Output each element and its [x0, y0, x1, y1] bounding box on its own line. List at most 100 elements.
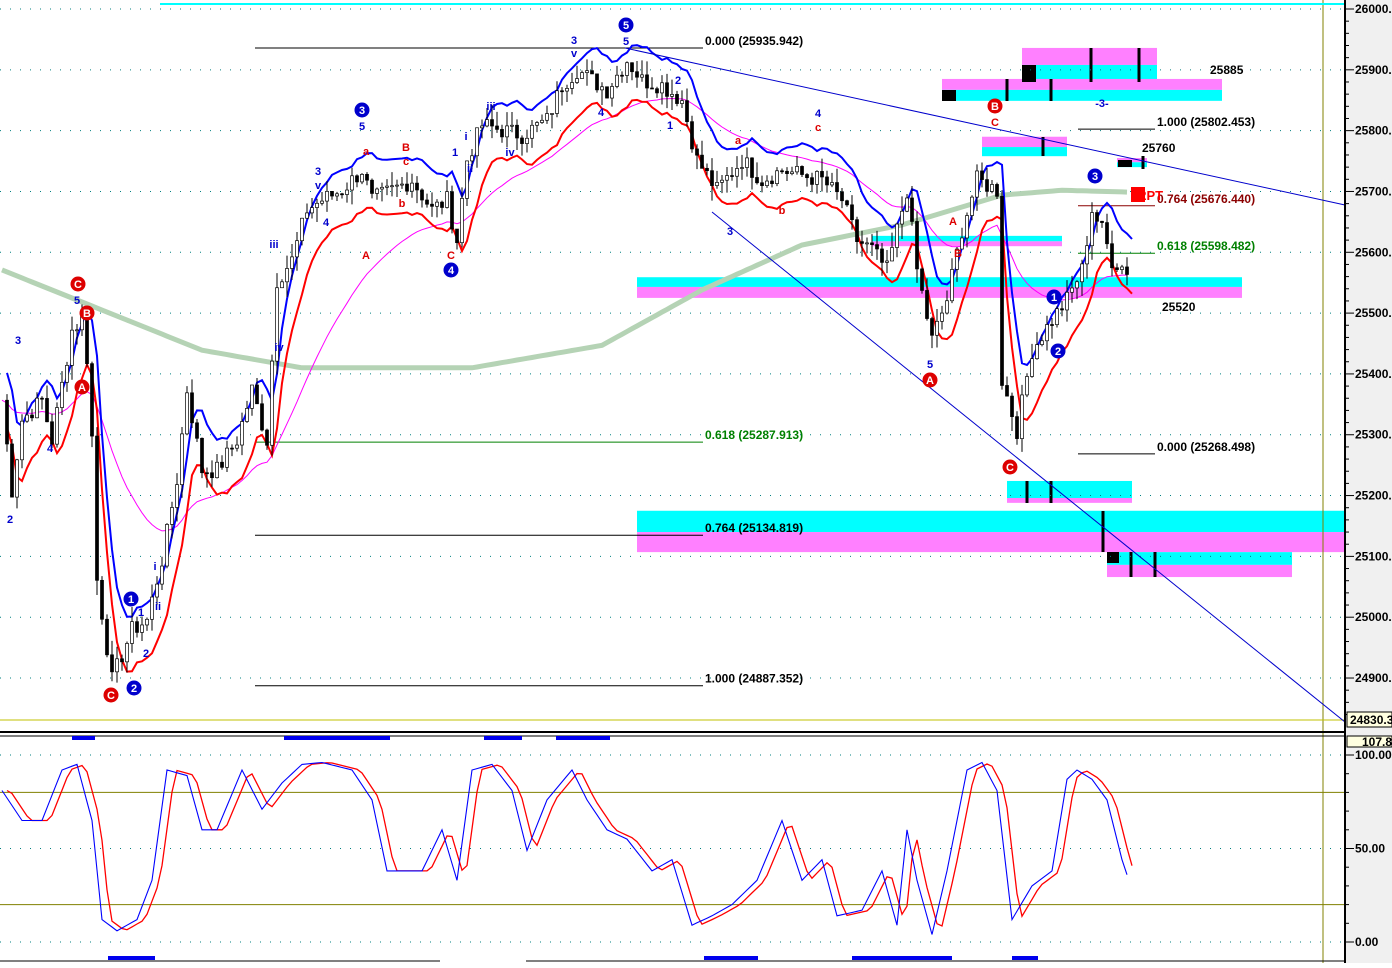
zone-band	[982, 147, 1067, 157]
candle-up	[1025, 376, 1029, 396]
candle-up	[235, 444, 239, 449]
candle-down	[210, 472, 214, 479]
candle-up	[525, 137, 529, 144]
candle-up	[725, 175, 729, 181]
candle-up	[1120, 266, 1124, 270]
candle-up	[185, 392, 189, 435]
candle-up	[580, 72, 584, 79]
candle-down	[850, 204, 854, 221]
zone-band	[942, 78, 1222, 90]
candle-up	[335, 193, 339, 197]
candle-up	[460, 198, 464, 244]
candle-down	[1110, 243, 1114, 269]
candle-down	[200, 437, 204, 474]
candle-up	[815, 171, 819, 185]
axis-tick-label: 26000.	[1355, 2, 1392, 16]
candle-down	[45, 398, 49, 423]
wave-circle-label: 2	[1055, 346, 1061, 358]
axis-tick-label: 25500.	[1355, 306, 1392, 320]
candle-down	[1115, 267, 1119, 270]
signal-bar	[704, 956, 758, 960]
candle-up	[35, 397, 39, 419]
axis-background	[1345, 0, 1392, 963]
candle-up	[510, 124, 514, 127]
candle-down	[655, 88, 659, 94]
wave-label: ii	[467, 163, 473, 175]
candle-up	[125, 643, 129, 663]
wave-circle-label: 5	[623, 20, 629, 32]
candle-up	[240, 421, 244, 446]
candle-down	[85, 316, 89, 365]
candle-up	[940, 312, 944, 322]
candle-up	[670, 94, 674, 97]
candle-up	[245, 408, 249, 422]
wave-label: 2	[7, 514, 13, 526]
axis-tick-label: 25200.	[1355, 489, 1392, 503]
candle-up	[565, 88, 569, 92]
candle-up	[155, 583, 159, 598]
candle-up	[965, 215, 969, 239]
candle-down	[430, 203, 434, 207]
candle-down	[415, 182, 419, 191]
wave-label: A	[362, 250, 370, 262]
candle-down	[605, 86, 609, 99]
axis-tick-label: 25100.	[1355, 549, 1392, 563]
wave-label: ii	[155, 601, 161, 613]
candle-down	[135, 621, 139, 633]
candle-up	[890, 247, 894, 262]
candle-down	[820, 171, 824, 178]
candle-up	[350, 175, 354, 191]
candle-down	[785, 170, 789, 174]
candle-up	[395, 184, 399, 187]
candle-up	[70, 329, 74, 366]
wave-circle-label: 2	[131, 683, 137, 695]
candle-down	[90, 363, 94, 437]
wave-label: 1	[138, 607, 144, 619]
candle-down	[440, 201, 444, 208]
candle-up	[530, 124, 534, 139]
points-badge: 22PT	[1132, 188, 1163, 203]
signal-bar	[284, 736, 390, 740]
candle-down	[365, 174, 369, 181]
candle-up	[20, 420, 24, 461]
axis-tick-label: 25600.	[1355, 245, 1392, 259]
candle-down	[770, 180, 774, 184]
candle-up	[895, 223, 899, 248]
fib-label: 0.764 (25134.819)	[705, 521, 803, 535]
wave-label: 4	[323, 217, 330, 229]
candle-down	[805, 174, 809, 179]
candle-down	[230, 447, 234, 450]
candle-up	[1045, 324, 1049, 342]
axis-tick-label: 25300.	[1355, 428, 1392, 442]
candle-up	[575, 78, 579, 83]
candle-down	[370, 179, 374, 194]
candle-up	[445, 191, 449, 208]
wave-label: 4	[47, 443, 54, 455]
candle-down	[50, 421, 54, 445]
zone-block	[942, 90, 956, 101]
candle-down	[690, 121, 694, 150]
candle-down	[560, 90, 564, 93]
candle-up	[150, 596, 154, 620]
zone-block	[1118, 160, 1132, 167]
candle-up	[505, 125, 509, 138]
candle-up	[535, 122, 539, 126]
candle-down	[515, 124, 519, 139]
candle-up	[615, 74, 619, 87]
candle-up	[585, 70, 589, 73]
candle-up	[1085, 245, 1089, 265]
candle-up	[485, 119, 489, 127]
zone-block	[1107, 552, 1119, 563]
candle-down	[340, 193, 344, 196]
wave-label: iv	[505, 147, 515, 159]
candle-up	[640, 74, 644, 78]
candle-up	[60, 381, 64, 408]
candle-down	[780, 170, 784, 173]
candle-up	[55, 407, 59, 445]
candle-down	[40, 397, 44, 400]
candle-down	[840, 191, 844, 202]
candle-down	[755, 177, 759, 184]
candle-up	[280, 281, 284, 289]
wave-circle-label: 1	[128, 594, 134, 606]
candle-up	[225, 447, 229, 468]
